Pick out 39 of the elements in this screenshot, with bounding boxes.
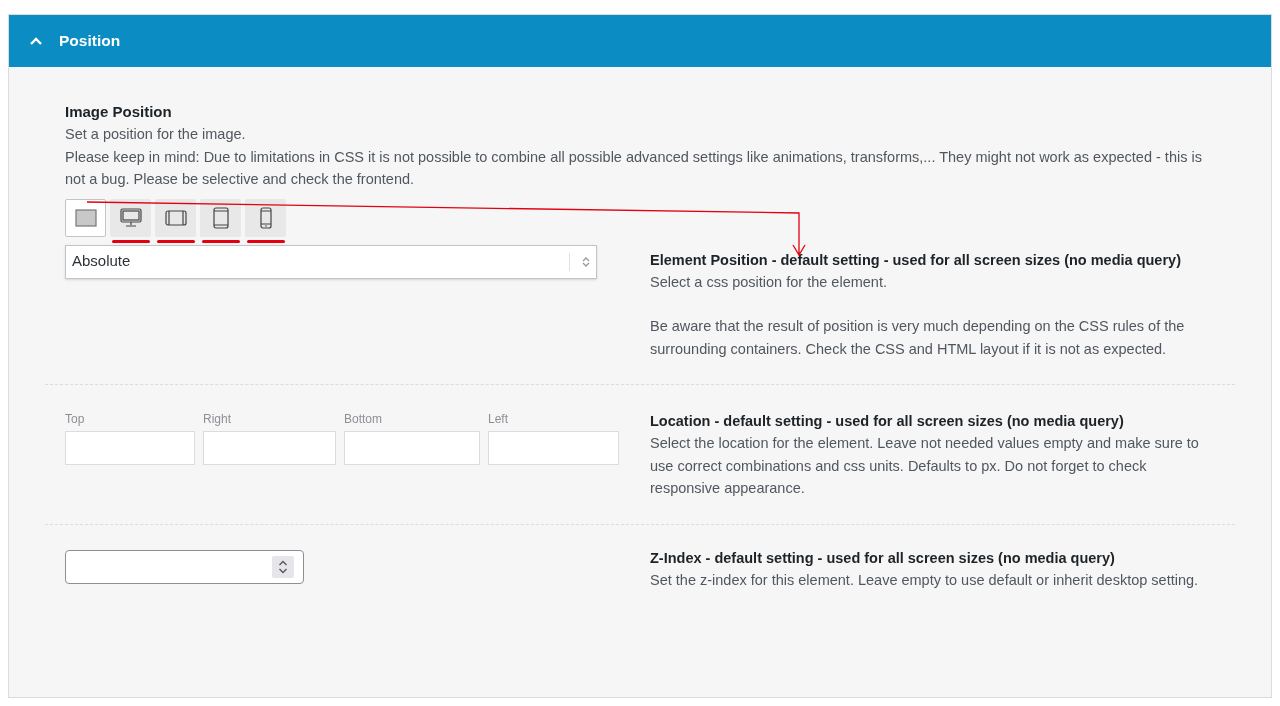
description-text: Select the location for the element. Leave not needed values empty and make sure to use correct combinations and css units. Defaults to px. Do not forget to check responsive appearance. — [650, 434, 1200, 498]
phone-icon — [259, 206, 272, 229]
device-toggle[interactable] — [110, 198, 151, 237]
field-label: Right — [203, 411, 232, 428]
chevron-icon — [29, 36, 43, 46]
position-select[interactable]: Absolute — [65, 244, 597, 279]
location-input[interactable] — [203, 431, 336, 465]
location-input[interactable] — [344, 431, 480, 465]
tablet-icon — [164, 209, 187, 226]
underline-mark — [111, 239, 150, 243]
description-text: Please keep in mind: Due to limitations in CSS it is not possible to combine all possible advanced settings like animations, transforms,... They might not work as expected - this is not a bug. Please be selective and check the frontend. — [65, 147, 1203, 189]
number-input[interactable] — [65, 549, 304, 584]
field-label: Top — [65, 411, 86, 428]
sort-arrows-icon — [582, 255, 590, 268]
device-toggle[interactable] — [245, 198, 286, 237]
setting-title: Image Position — [65, 102, 173, 122]
underline-mark — [156, 239, 195, 243]
setting-title: Element Position - default setting - used for all screen sizes (no media query) — [650, 250, 1182, 270]
description-text: Be aware that the result of position is very much depending on the CSS rules of the surrounding containers. Check the CSS and HTML layout if it is not as expected. — [650, 317, 1186, 359]
device-toggle[interactable] — [200, 198, 241, 237]
panel-title: Position — [59, 31, 121, 52]
underline-mark — [246, 239, 285, 243]
setting-title: Location - default setting - used for all screen sizes (no media query) — [650, 412, 1125, 431]
setting-title: Z-Index - default setting - used for all screen sizes (no media query) — [650, 548, 1116, 568]
spinner-icon — [272, 555, 294, 578]
description-text: Set a position for the image. — [65, 125, 247, 144]
tablet-icon — [212, 206, 229, 229]
screen-icon — [74, 208, 97, 227]
underline-mark — [201, 239, 240, 243]
device-toggle[interactable] — [155, 198, 196, 237]
panel-header[interactable]: Position — [9, 15, 1271, 67]
location-input[interactable] — [65, 431, 195, 465]
location-input[interactable] — [488, 431, 619, 465]
description-text: Select a css position for the element. — [650, 272, 888, 292]
device-toggle[interactable] — [65, 198, 106, 237]
field-label: Left — [488, 411, 509, 428]
description-text: Set the z-index for this element. Leave empty to use default or inherit desktop setting. — [650, 570, 1200, 590]
field-label: Bottom — [344, 411, 383, 428]
desktop-icon — [119, 207, 142, 228]
